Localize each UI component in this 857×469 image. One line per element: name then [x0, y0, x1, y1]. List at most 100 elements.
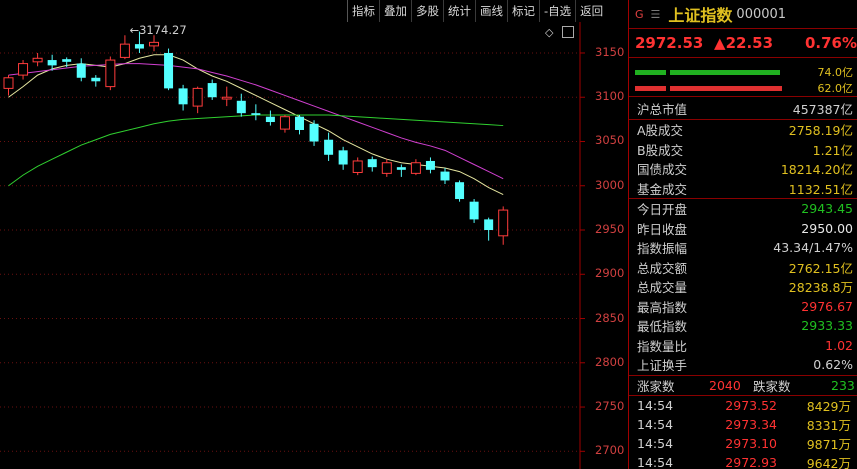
row-value: 2758.19亿: [788, 123, 853, 139]
candle-body: [410, 162, 421, 174]
y-tick-label: 2800: [595, 354, 625, 369]
y-tick-label: 3100: [595, 89, 625, 104]
toolbar-watchlist-button[interactable]: -自选: [539, 0, 575, 22]
quote-panel: G ☰ 上证指数 000001 2972.53 ▲22.53 0.76% 74.…: [628, 0, 857, 469]
tick-price: 2973.34: [725, 416, 777, 432]
y-tick-label: 3150: [595, 44, 625, 59]
stat-row: 指数量比 1.02: [629, 336, 857, 356]
tick-price: 2973.10: [725, 435, 777, 451]
turnover-row: 国债成交 18214.20亿: [629, 159, 857, 179]
toolbar-multi-stock-button[interactable]: 多股: [411, 0, 443, 22]
tick-volume: 8429万: [806, 398, 851, 414]
candle-body: [207, 83, 217, 98]
candle-body: [279, 116, 290, 130]
candle-body: [381, 162, 392, 174]
row-label: 最高指数: [637, 299, 688, 315]
candle-body: [498, 209, 509, 237]
row-label: A股成交: [637, 123, 684, 139]
toolbar: 指标 叠加 多股 统计 画线 标记 -自选 返回: [347, 0, 628, 22]
stock-name: 上证指数: [668, 6, 733, 25]
stat-row: 昨日收盘 2950.00: [629, 219, 857, 239]
toolbar-overlay-button[interactable]: 叠加: [379, 0, 411, 22]
tick-row: 14:54 2973.52 8429万: [629, 396, 857, 415]
row-label: 国债成交: [637, 162, 688, 178]
candle-body: [352, 160, 363, 173]
candle-body: [367, 159, 377, 168]
stock-header: G ☰ 上证指数 000001: [629, 0, 857, 28]
row-value: 0.62%: [813, 357, 853, 373]
toolbar-draw-line-button[interactable]: 画线: [475, 0, 507, 22]
kline-svg[interactable]: [0, 22, 628, 469]
candle-body: [425, 160, 435, 170]
toolbar-mark-button[interactable]: 标记: [507, 0, 539, 22]
advance-label: 涨家数: [637, 378, 675, 394]
stat-row: 今日开盘 2943.45: [629, 199, 857, 219]
candle-body: [76, 63, 86, 78]
turnover-section: A股成交 2758.19亿 B股成交 1.21亿 国债成交 18214.20亿 基金成…: [629, 119, 857, 198]
row-label: 昨日收盘: [637, 221, 688, 237]
tick-price: 2972.93: [725, 454, 777, 469]
toolbar-stats-button[interactable]: 统计: [443, 0, 475, 22]
candle-body: [265, 116, 275, 123]
row-label: 总成交额: [637, 260, 688, 276]
tick-volume: 9642万: [806, 455, 851, 469]
candle-body: [455, 182, 465, 200]
peak-price-label: ←3174.27: [129, 23, 186, 37]
tick-time: 14:54: [637, 397, 674, 413]
stat-row: 最高指数 2976.67: [629, 297, 857, 317]
turnover-row: A股成交 2758.19亿: [629, 120, 857, 140]
diamond-icon[interactable]: ◇: [545, 26, 553, 39]
outflow-label: 62.0亿: [817, 82, 854, 95]
row-value: 2976.67: [801, 298, 853, 314]
row-label: 指数振幅: [637, 241, 688, 257]
candle-body: [3, 77, 14, 89]
candle-body: [295, 116, 304, 130]
toolbar-back-button[interactable]: 返回: [575, 0, 607, 22]
ma-line: [8, 114, 504, 187]
square-icon[interactable]: [562, 26, 574, 38]
candle-body: [149, 41, 159, 47]
outflow-bar-seg: [670, 86, 782, 91]
row-label: 最低指数: [637, 319, 688, 335]
candle-body: [91, 77, 101, 82]
row-value: 2762.15亿: [788, 260, 853, 276]
row-label: 总成交量: [637, 280, 688, 296]
candle-body: [105, 59, 116, 88]
candle-body: [32, 57, 43, 63]
advance-decline: 涨家数 2040 跌家数 233: [629, 374, 857, 396]
stat-row: 总成交额 2762.15亿: [629, 258, 857, 278]
row-value: 1132.51亿: [788, 181, 853, 197]
tick-volume: 9871万: [806, 436, 851, 452]
y-tick-label: 3000: [595, 177, 625, 192]
y-tick-label: 2700: [595, 443, 625, 458]
candle-body: [236, 100, 246, 114]
kline-chart[interactable]: ◇ ←3174.27 3150 3100 3050 3000 2950 2900 2850 2…: [0, 22, 628, 469]
candle-body: [178, 88, 188, 105]
menu-icon[interactable]: ☰: [651, 8, 661, 21]
group-badge[interactable]: G: [635, 8, 644, 21]
advance-count: 2040: [709, 377, 741, 393]
row-value: 2950.00: [801, 220, 853, 236]
row-label: 沪总市值: [637, 101, 688, 117]
row-value: 18214.20亿: [780, 162, 853, 178]
candle-body: [119, 43, 130, 58]
stat-row: 最低指数 2933.33: [629, 316, 857, 336]
inflow-label: 74.0亿: [817, 66, 854, 79]
toolbar-indicator-button[interactable]: 指标: [347, 0, 379, 22]
tick-row: 14:54 2973.10 9871万: [629, 434, 857, 453]
row-value: 2933.33: [801, 318, 853, 334]
outflow-bar-seg: [635, 86, 666, 91]
market-cap-row: 沪总市值 457387亿: [629, 97, 857, 119]
row-value: 457387亿: [792, 101, 853, 117]
row-value: 2943.45: [801, 201, 853, 217]
price-quote: 2972.53 ▲22.53 0.76%: [629, 28, 857, 58]
stat-row: 总成交量 28238.8万: [629, 277, 857, 297]
candle-body: [62, 59, 72, 62]
y-tick-label: 2750: [595, 399, 625, 414]
stat-row: 指数振幅 43.34/1.47%: [629, 238, 857, 258]
candle-body: [221, 96, 232, 100]
inflow-bar-seg: [635, 70, 666, 75]
turnover-row: B股成交 1.21亿: [629, 140, 857, 160]
candle-body: [192, 87, 203, 107]
tick-list[interactable]: 14:54 2973.52 8429万 14:54 2973.34 8331万 14:5…: [629, 396, 857, 469]
